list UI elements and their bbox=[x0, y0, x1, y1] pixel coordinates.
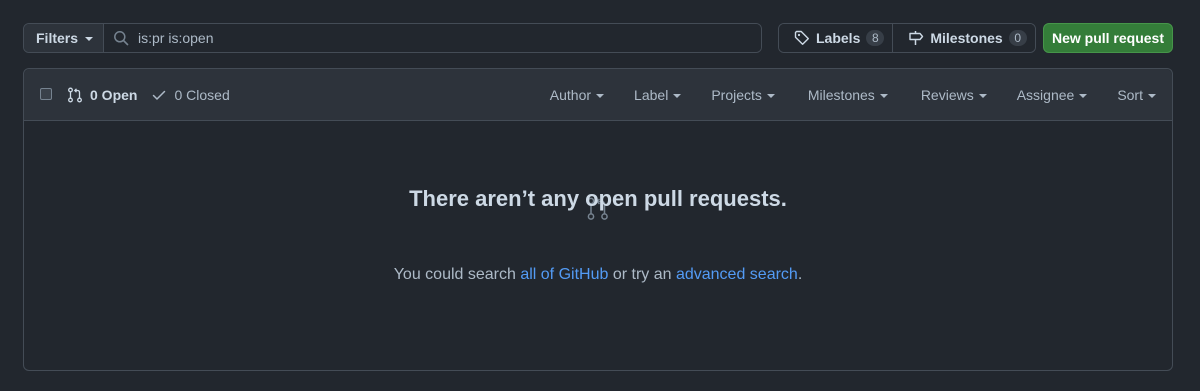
tag-icon bbox=[794, 30, 809, 45]
closed-count: 0 Closed bbox=[174, 87, 230, 103]
closed-prs-link[interactable]: 0 Closed bbox=[151, 87, 230, 103]
reviews-filter-label: Reviews bbox=[920, 87, 974, 103]
sort-filter[interactable]: Sort bbox=[1117, 87, 1156, 103]
label-filter[interactable]: Label bbox=[634, 87, 682, 103]
subnav: Filters Labels 8 bbox=[23, 23, 1173, 53]
filter-menus: Author Label Projects Milestones Reviews bbox=[550, 69, 1156, 121]
sort-filter-label: Sort bbox=[1117, 87, 1143, 103]
select-all-checkbox[interactable] bbox=[40, 88, 52, 100]
pull-requests-box: 0 Open 0 Closed Author Label Projects Mi… bbox=[23, 68, 1173, 371]
all-of-github-link[interactable]: all of GitHub bbox=[520, 266, 608, 283]
blankslate: There aren’t any open pull requests. You… bbox=[24, 121, 1172, 371]
search-icon bbox=[114, 31, 129, 46]
box-header: 0 Open 0 Closed Author Label Projects Mi… bbox=[24, 69, 1172, 121]
new-pull-request-button[interactable]: New pull request bbox=[1043, 23, 1173, 53]
labels-milestones-nav: Labels 8 Milestones 0 bbox=[778, 23, 1036, 53]
blankslate-title: There aren’t any open pull requests. bbox=[409, 186, 787, 211]
labels-label: Labels bbox=[816, 30, 861, 46]
git-pull-request-icon bbox=[68, 87, 82, 103]
assignee-filter-label: Assignee bbox=[1016, 87, 1075, 103]
chevron-down-icon bbox=[1079, 93, 1088, 98]
labels-nav-link[interactable]: Labels 8 bbox=[779, 24, 893, 52]
filters-label: Filters bbox=[36, 30, 79, 46]
chevron-down-icon bbox=[596, 93, 605, 98]
pull-requests-page: Filters Labels 8 bbox=[0, 0, 1200, 391]
check-icon bbox=[153, 90, 166, 100]
projects-filter-label: Projects bbox=[711, 87, 762, 103]
blankslate-description: You could search all of GitHub or try an… bbox=[24, 266, 1172, 284]
chevron-down-icon bbox=[766, 93, 775, 98]
author-filter[interactable]: Author bbox=[549, 87, 605, 103]
open-count: 0 Open bbox=[90, 87, 138, 103]
chevron-down-icon bbox=[879, 93, 888, 98]
blankslate-text-middle: or try an bbox=[608, 266, 676, 283]
blankslate-text-before: You could search bbox=[393, 266, 521, 283]
assignee-filter[interactable]: Assignee bbox=[1017, 87, 1088, 103]
filter-search-group: Filters bbox=[23, 23, 762, 53]
chevron-down-icon bbox=[1148, 93, 1156, 98]
milestones-nav-link[interactable]: Milestones 0 bbox=[892, 24, 1035, 52]
milestones-filter-label: Milestones bbox=[807, 87, 875, 103]
milestones-filter[interactable]: Milestones bbox=[808, 87, 888, 103]
chevron-down-icon bbox=[85, 36, 94, 41]
author-filter-label: Author bbox=[549, 87, 592, 103]
chevron-down-icon bbox=[673, 93, 682, 98]
filters-dropdown-button[interactable]: Filters bbox=[24, 24, 105, 52]
search-input[interactable] bbox=[138, 24, 761, 52]
milestones-count: 0 bbox=[1008, 30, 1027, 46]
reviews-filter[interactable]: Reviews bbox=[921, 87, 987, 103]
search-field-wrapper bbox=[104, 24, 761, 52]
projects-filter[interactable]: Projects bbox=[711, 87, 775, 103]
chevron-down-icon bbox=[978, 93, 987, 98]
blankslate-text-after: . bbox=[797, 266, 803, 283]
milestones-label: Milestones bbox=[930, 30, 1003, 46]
label-filter-label: Label bbox=[634, 87, 669, 103]
state-toggle: 0 Open 0 Closed bbox=[67, 69, 230, 121]
open-prs-link[interactable]: 0 Open bbox=[67, 87, 137, 103]
labels-count: 8 bbox=[866, 30, 885, 46]
advanced-search-link[interactable]: advanced search bbox=[676, 266, 798, 283]
milestone-icon bbox=[909, 31, 924, 45]
